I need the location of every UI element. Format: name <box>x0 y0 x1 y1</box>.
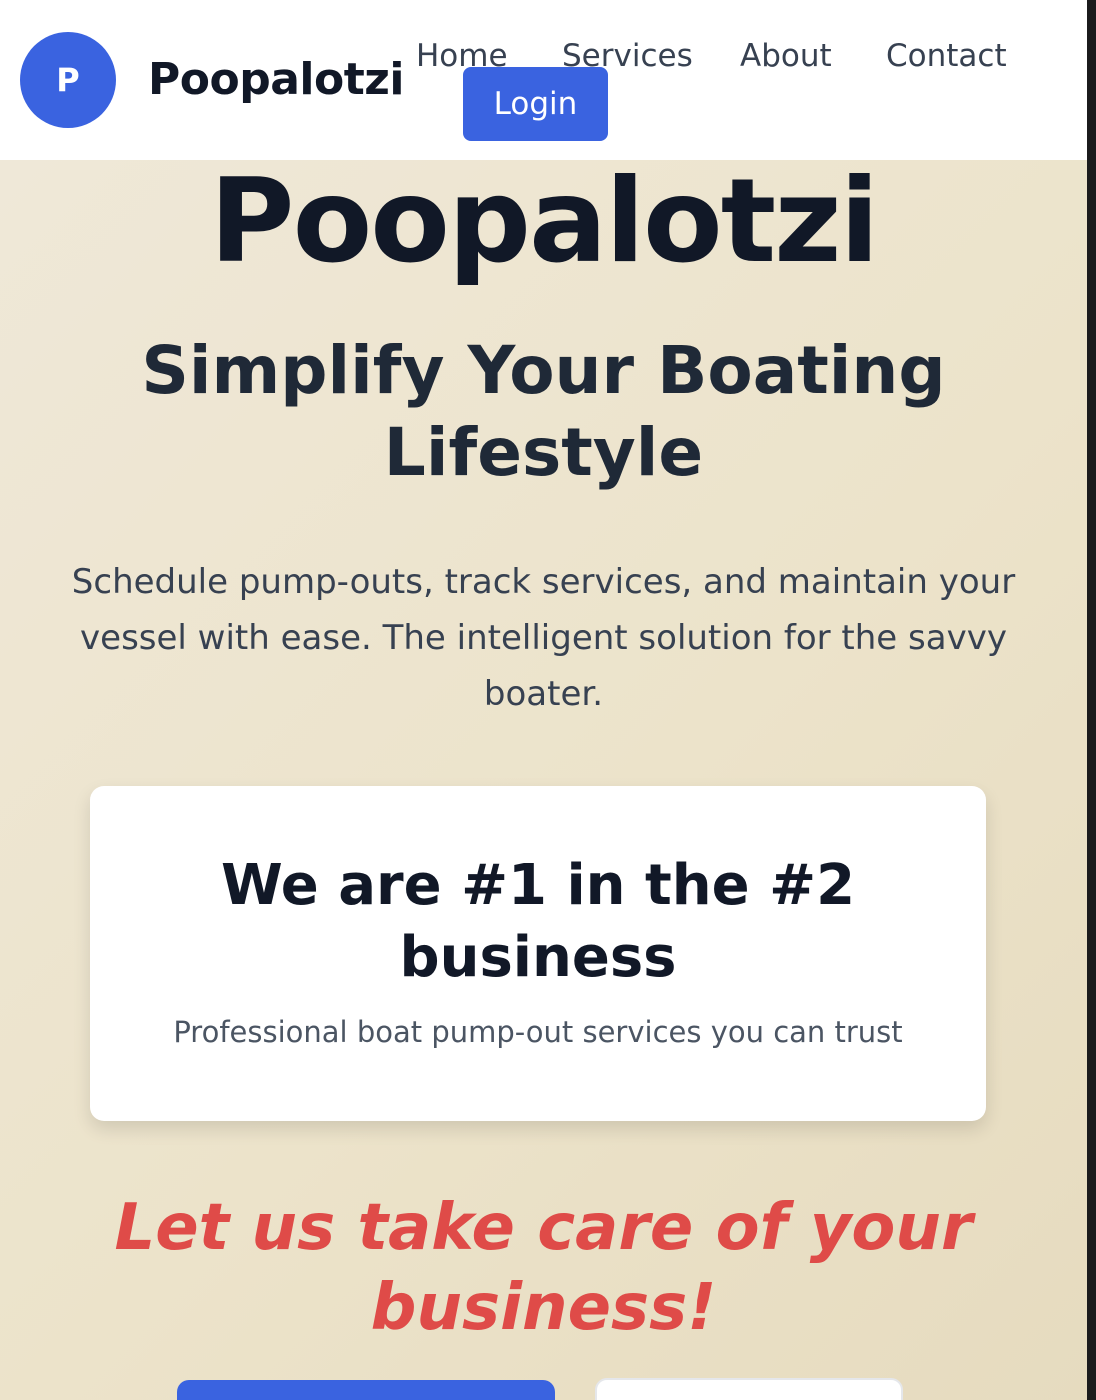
hero-title: Poopalotzi <box>209 160 880 289</box>
primary-cta-button[interactable] <box>177 1380 555 1400</box>
hero-subtitle: Simplify Your Boating Lifestyle <box>141 332 946 491</box>
window-edge <box>1087 0 1096 1400</box>
card-title: We are #1 in the #2 business <box>220 853 856 990</box>
card-text: Professional boat pump-out services you … <box>173 1015 903 1049</box>
hero-section: Poopalotzi Simplify Your Boating Lifesty… <box>0 160 1087 1400</box>
hero-description: Schedule pump-outs, track services, and … <box>71 562 1016 714</box>
tagline: Let us take care of your business! <box>114 1191 973 1345</box>
nav-contact-link[interactable]: Contact <box>886 36 1007 76</box>
login-button-label: Login <box>493 86 578 122</box>
highlight-card: We are #1 in the #2 business Professiona… <box>90 786 986 1121</box>
site-header: P Poopalotzi Home Services About Contact… <box>0 0 1087 160</box>
logo-badge[interactable]: P <box>20 32 116 128</box>
logo-letter: P <box>56 61 80 99</box>
login-button[interactable]: Login <box>463 67 608 141</box>
nav-about-link[interactable]: About <box>740 36 832 76</box>
secondary-cta-button[interactable] <box>595 1378 903 1400</box>
brand-name[interactable]: Poopalotzi <box>148 50 404 110</box>
